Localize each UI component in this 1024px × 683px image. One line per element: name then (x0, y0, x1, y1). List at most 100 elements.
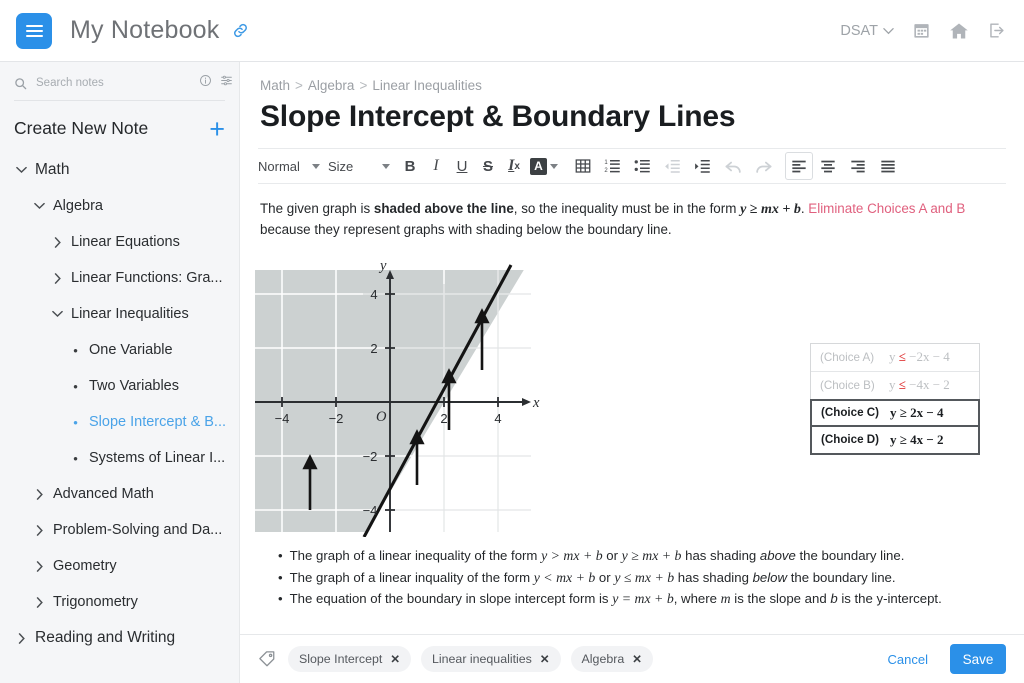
align-center-icon[interactable] (813, 152, 843, 180)
notebook-app: My Notebook DSAT Search notes Create New… (0, 0, 1024, 683)
sidebar-item-problem-solving-and-da[interactable]: Problem-Solving and Da... (0, 512, 239, 548)
style-dropdown[interactable]: Normal (258, 152, 320, 180)
chevron-down-icon[interactable] (34, 201, 45, 212)
numbered-list-icon[interactable]: 12 (598, 152, 628, 180)
bullet-icon: • (73, 414, 78, 430)
sidebar-item-two-variables[interactable]: • Two Variables (0, 368, 239, 404)
footer-bar: Slope Intercept ✕ Linear inequalities ✕ Alge… (240, 634, 1024, 683)
choice-equation: y ≥ 2x − 4 (890, 405, 944, 421)
bold-button[interactable]: B (397, 152, 423, 180)
clear-format-icon[interactable]: Ix (501, 152, 527, 180)
answer-choice[interactable]: (Choice A) y ≤ −2x − 4 (811, 344, 979, 372)
cancel-button[interactable]: Cancel (888, 652, 928, 667)
answer-choice[interactable]: (Choice C) y ≥ 2x − 4 (810, 398, 980, 427)
link-icon[interactable] (231, 21, 250, 40)
sidebar-item-label: Slope Intercept & B... (89, 414, 227, 430)
search-tools (199, 74, 233, 92)
choice-relation: ≥ (899, 404, 907, 420)
text-color-button[interactable]: A (530, 157, 558, 175)
chevron-right-icon[interactable] (34, 560, 45, 572)
table-icon[interactable] (568, 152, 598, 180)
breadcrumb-item[interactable]: Linear Inequalities (372, 78, 482, 93)
chevron-down-icon[interactable] (52, 309, 63, 320)
sidebar-item-label: Reading and Writing (35, 629, 176, 646)
chevron-right-icon[interactable] (34, 596, 45, 608)
tag-pill[interactable]: Slope Intercept ✕ (288, 646, 411, 672)
choice-relation: ≤ (898, 349, 906, 365)
tag-pill[interactable]: Algebra ✕ (570, 646, 653, 672)
strikethrough-button[interactable]: S (475, 152, 501, 180)
logout-icon[interactable] (987, 21, 1006, 40)
home-icon[interactable] (949, 21, 969, 41)
bullet-list-icon[interactable] (628, 152, 658, 180)
choice-rhs: −4x − 2 (905, 377, 950, 393)
answer-choice[interactable]: (Choice D) y ≥ 4x − 2 (810, 426, 980, 455)
chevron-down-icon[interactable] (16, 165, 27, 176)
indent-icon[interactable] (688, 152, 718, 180)
choice-label: (Choice B) (820, 378, 875, 392)
outdent-icon[interactable] (658, 152, 688, 180)
size-dropdown[interactable]: Size (328, 152, 390, 180)
key-fact-item: The graph of a linear inquality of the f… (278, 567, 1004, 589)
breadcrumb-item[interactable]: Algebra (308, 78, 355, 93)
svg-text:2: 2 (604, 168, 608, 174)
sidebar-item-trigonometry[interactable]: Trigonometry (0, 584, 239, 620)
choice-relation: ≤ (898, 377, 906, 393)
align-left-icon[interactable] (785, 152, 813, 180)
choice-lhs: y (889, 377, 899, 393)
explanation-paragraph: The given graph is shaded above the line… (260, 199, 1004, 239)
xtick--4: −4 (275, 411, 290, 426)
remove-tag-icon[interactable]: ✕ (390, 652, 400, 666)
sidebar-item-one-variable[interactable]: • One Variable (0, 332, 239, 368)
sidebar-item-linear-functions-gra[interactable]: Linear Functions: Gra... (0, 260, 239, 296)
remove-tag-icon[interactable]: ✕ (632, 652, 642, 666)
chevron-right-icon[interactable] (34, 488, 45, 500)
italic-button[interactable]: I (423, 152, 449, 180)
save-button[interactable]: Save (950, 644, 1006, 674)
tag-pill[interactable]: Linear inequalities ✕ (421, 646, 561, 672)
underline-button[interactable]: U (449, 152, 475, 180)
chevron-right-icon[interactable] (34, 524, 45, 536)
breadcrumb-separator: > (295, 78, 303, 93)
chevron-right-icon[interactable] (16, 632, 27, 644)
x-axis-label: x (532, 395, 540, 411)
account-selector[interactable]: DSAT (840, 23, 894, 39)
hamburger-icon[interactable] (16, 12, 52, 49)
create-new-note-button[interactable]: Create New Note + (14, 115, 225, 142)
sidebar-item-linear-equations[interactable]: Linear Equations (0, 224, 239, 260)
sidebar-item-linear-inequalities[interactable]: Linear Inequalities (0, 296, 239, 332)
redo-icon[interactable] (748, 152, 778, 180)
xtick-2: 2 (440, 411, 447, 426)
align-justify-icon[interactable] (873, 152, 903, 180)
sidebar-item-label: Geometry (53, 558, 117, 574)
sidebar-item-systems-of-linear-i[interactable]: • Systems of Linear I... (0, 440, 239, 476)
bullet-icon: • (73, 450, 78, 466)
xtick-4: 4 (494, 411, 501, 426)
chevron-right-icon[interactable] (52, 272, 63, 284)
sidebar-item-advanced-math[interactable]: Advanced Math (0, 476, 239, 512)
sidebar-item-label: Linear Functions: Gra... (71, 270, 223, 286)
choice-rhs: −2x − 4 (905, 349, 950, 365)
info-icon[interactable] (199, 74, 212, 92)
chevron-down-icon (883, 27, 894, 34)
calendar-icon[interactable] (912, 21, 931, 40)
ytick-4: 4 (370, 287, 377, 302)
sidebar-item-label: Math (35, 161, 70, 178)
plus-icon[interactable]: + (209, 115, 225, 142)
sidebar-item-label: One Variable (89, 342, 173, 358)
sidebar-item-math[interactable]: Math (0, 152, 239, 188)
remove-tag-icon[interactable]: ✕ (540, 652, 550, 666)
sidebar-item-slope-intercept-b[interactable]: • Slope Intercept & B... (0, 404, 239, 440)
create-new-note-label: Create New Note (14, 118, 149, 138)
breadcrumb-item[interactable]: Math (260, 78, 290, 93)
sidebar-item-reading-and-writing[interactable]: Reading and Writing (0, 620, 239, 656)
sidebar-item-geometry[interactable]: Geometry (0, 548, 239, 584)
chevron-right-icon[interactable] (52, 236, 63, 248)
align-right-icon[interactable] (843, 152, 873, 180)
filter-icon[interactable] (220, 74, 233, 92)
sidebar-item-algebra[interactable]: Algebra (0, 188, 239, 224)
undo-icon[interactable] (718, 152, 748, 180)
origin-label: O (376, 409, 387, 425)
search-input[interactable] (34, 76, 192, 90)
answer-choice[interactable]: (Choice B) y ≤ −4x − 2 (811, 372, 979, 400)
